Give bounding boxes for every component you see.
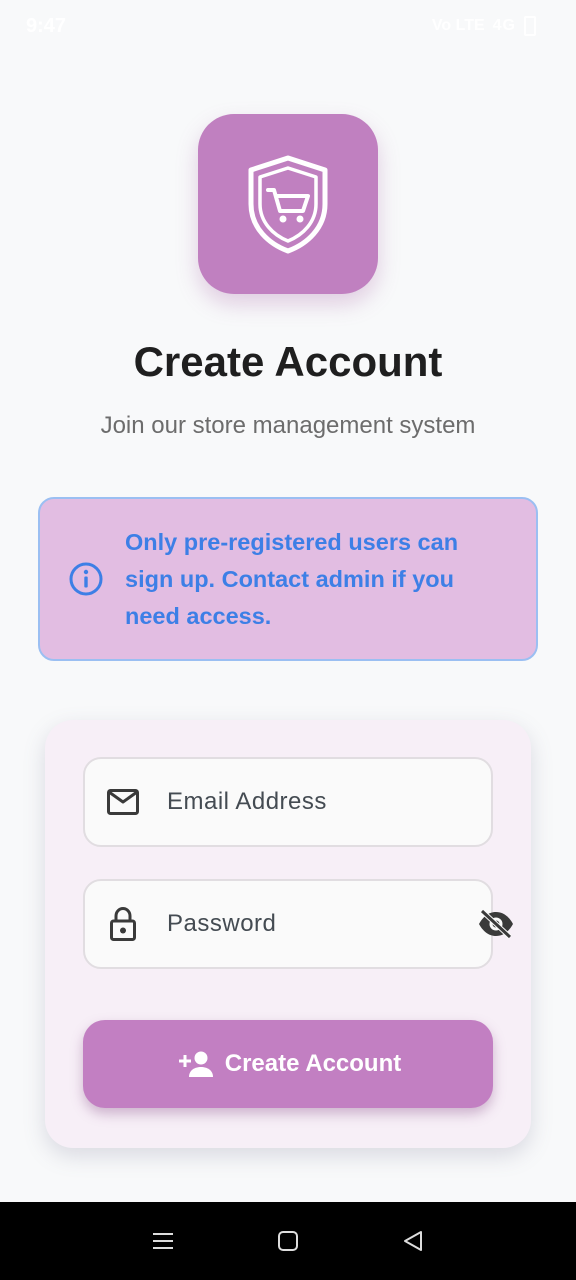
home-square-icon[interactable] bbox=[268, 1221, 308, 1261]
status-bar: 9:47 Vo LTE 4G bbox=[0, 0, 576, 52]
page-subtitle: Join our store management system bbox=[100, 412, 476, 439]
signup-card: Create Account bbox=[45, 720, 531, 1148]
email-field[interactable] bbox=[83, 757, 493, 847]
lock-icon bbox=[105, 906, 141, 942]
status-icons: Vo LTE 4G bbox=[432, 16, 536, 36]
signal-type: 4G bbox=[492, 17, 516, 34]
info-icon bbox=[69, 562, 103, 596]
person-add-icon bbox=[178, 1051, 213, 1077]
page-title: Create Account bbox=[133, 338, 443, 385]
info-text: Only pre-registered users can sign up. C… bbox=[125, 528, 459, 629]
mail-icon bbox=[105, 784, 141, 820]
system-nav-bar bbox=[0, 1202, 576, 1280]
signup-screen: 9:47 Vo LTE 4G Create Account Join our s… bbox=[0, 0, 576, 1280]
password-field[interactable] bbox=[83, 879, 513, 969]
password-input[interactable] bbox=[167, 894, 477, 954]
back-triangle-icon[interactable] bbox=[393, 1221, 433, 1261]
info-banner: Only pre-registered users can sign up. C… bbox=[38, 497, 538, 661]
battery-icon bbox=[524, 16, 536, 36]
menu-icon[interactable] bbox=[143, 1221, 183, 1261]
app-logo bbox=[198, 114, 378, 294]
network-type: Vo LTE bbox=[431, 17, 485, 34]
create-account-label: Create Account bbox=[224, 1050, 402, 1077]
eye-off-icon[interactable] bbox=[477, 904, 515, 944]
create-account-button[interactable]: Create Account bbox=[83, 1020, 493, 1108]
email-input[interactable] bbox=[167, 772, 491, 832]
shield-cart-icon bbox=[248, 155, 328, 254]
status-time: 9:47 bbox=[26, 14, 67, 37]
